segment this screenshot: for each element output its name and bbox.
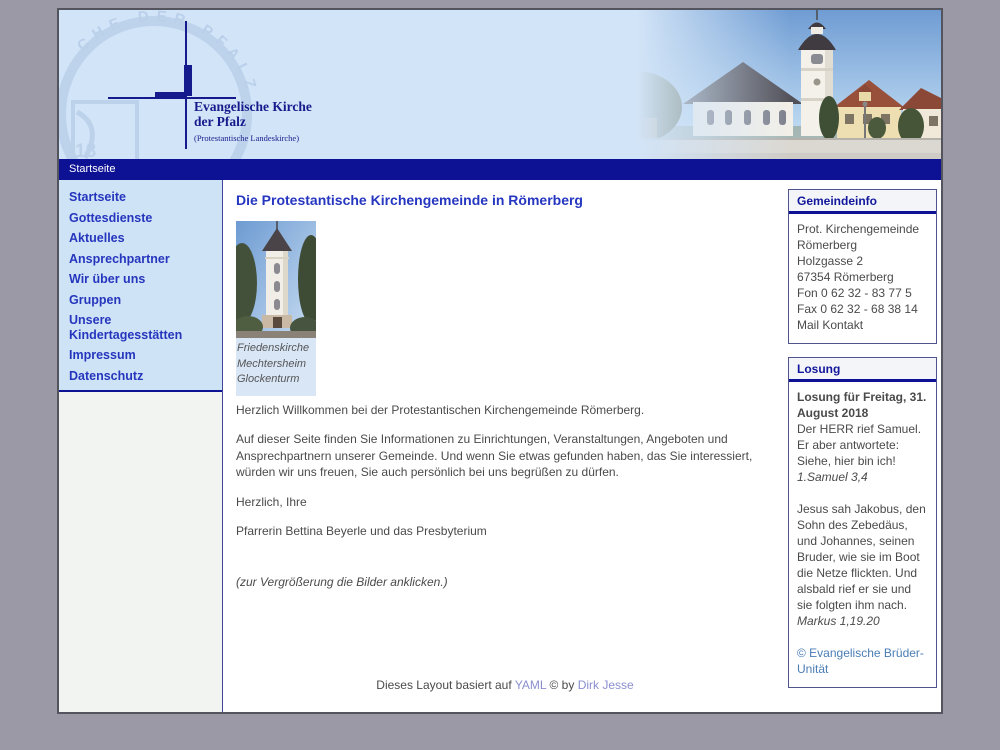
layout-footer: Dieses Layout basiert auf YAML © by Dirk… — [236, 678, 774, 702]
losung-verse1: Der HERR rief Samuel. Er aber antwortete… — [797, 421, 928, 469]
org-subtitle: (Protestantische Landeskirche) — [194, 133, 312, 143]
gemeindeinfo-line: Holzgasse 2 — [797, 253, 928, 269]
page-container: CHE DER PFALZ 18 — [57, 8, 943, 714]
image-caption: Friedenskirche Mechtersheim Glockenturm — [236, 338, 316, 396]
gemeindeinfo-body: Prot. Kirchengemeinde Römerberg Holzgass… — [789, 214, 936, 343]
nav-item[interactable]: Gruppen — [59, 290, 222, 311]
losung-verse2: Jesus sah Jakobus, den Sohn des Zebedäus… — [797, 501, 928, 613]
welcome-paragraph: Herzlich Willkommen bei der Protestantis… — [236, 402, 774, 419]
right-column: Gemeindeinfo Prot. Kirchengemeinde Römer… — [788, 180, 941, 712]
breadcrumb: Startseite — [59, 159, 941, 180]
gemeindeinfo-line: Mail Kontakt — [797, 317, 928, 333]
footer-text-before: Dieses Layout basiert auf — [376, 678, 515, 692]
intro-paragraph: Auf dieser Seite finden Sie Informatione… — [236, 431, 774, 481]
greeting-line: Herzlich, Ihre — [236, 494, 774, 511]
site-header: CHE DER PFALZ 18 — [59, 10, 941, 159]
org-logo-text: Evangelische Kirche der Pfalz (Protestan… — [194, 99, 312, 143]
enlarge-note: (zur Vergrößerung die Bilder anklicken.) — [236, 575, 774, 589]
gemeindeinfo-line: Fon 0 62 32 - 83 77 5 — [797, 285, 928, 301]
nav-item[interactable]: Aktuelles — [59, 228, 222, 249]
signature-line: Pfarrerin Bettina Beyerle und das Presby… — [236, 523, 774, 540]
ekp-cross-logo-bar-horizontal — [155, 92, 186, 98]
breadcrumb-current[interactable]: Startseite — [69, 163, 115, 175]
org-name-line1: Evangelische Kirche — [194, 99, 312, 114]
footer-text-mid: © by — [546, 678, 578, 692]
gemeindeinfo-line: Fax 0 62 32 - 68 38 14 — [797, 301, 928, 317]
losung-body: Losung für Freitag, 31. August 2018 Der … — [789, 382, 936, 687]
losung-ref1: 1.Samuel 3,4 — [797, 469, 928, 485]
yaml-link[interactable]: YAML — [515, 678, 546, 692]
nav-item[interactable]: Unsere Kindertagesstätten — [59, 310, 222, 345]
nav-item[interactable]: Startseite — [59, 187, 222, 208]
main-content: Die Protestantische Kirchengemeinde in R… — [223, 180, 788, 712]
gemeindeinfo-title: Gemeindeinfo — [789, 190, 936, 214]
left-column: Startseite Gottesdienste Aktuelles Anspr… — [59, 180, 223, 712]
bruederunitaet-copyright-link[interactable]: © Evangelische Brüder-Unität — [797, 645, 928, 677]
church-tower-image — [236, 221, 316, 338]
losung-title: Losung — [789, 358, 936, 382]
gemeindeinfo-box: Gemeindeinfo Prot. Kirchengemeinde Römer… — [788, 189, 937, 344]
dirk-jesse-link[interactable]: Dirk Jesse — [578, 678, 634, 692]
org-name-line2: der Pfalz — [194, 114, 312, 129]
nav-item[interactable]: Gottesdienste — [59, 208, 222, 229]
nav-item[interactable]: Wir über uns — [59, 269, 222, 290]
seal-number: 18 — [75, 141, 96, 159]
svg-text:CHE DER PFALZ: CHE DER PFALZ — [74, 10, 261, 98]
header-church-photo — [511, 10, 941, 159]
gemeindeinfo-line: Prot. Kirchengemeinde Römerberg — [797, 221, 928, 253]
main-navigation: Startseite Gottesdienste Aktuelles Anspr… — [59, 180, 222, 392]
losung-ref2: Markus 1,19.20 — [797, 613, 928, 629]
page-title: Die Protestantische Kirchengemeinde in R… — [236, 192, 774, 209]
nav-item[interactable]: Datenschutz — [59, 366, 222, 387]
nav-item[interactable]: Impressum — [59, 345, 222, 366]
seal-arc-text: CHE DER PFALZ — [74, 10, 261, 98]
content-area: Startseite Gottesdienste Aktuelles Anspr… — [59, 180, 941, 712]
losung-box: Losung Losung für Freitag, 31. August 20… — [788, 357, 937, 688]
losung-date-heading: Losung für Freitag, 31. August 2018 — [797, 389, 928, 421]
friedenskirche-photo[interactable]: Friedenskirche Mechtersheim Glockenturm — [236, 221, 316, 396]
nav-item[interactable]: Ansprechpartner — [59, 249, 222, 270]
gemeindeinfo-line: 67354 Römerberg — [797, 269, 928, 285]
